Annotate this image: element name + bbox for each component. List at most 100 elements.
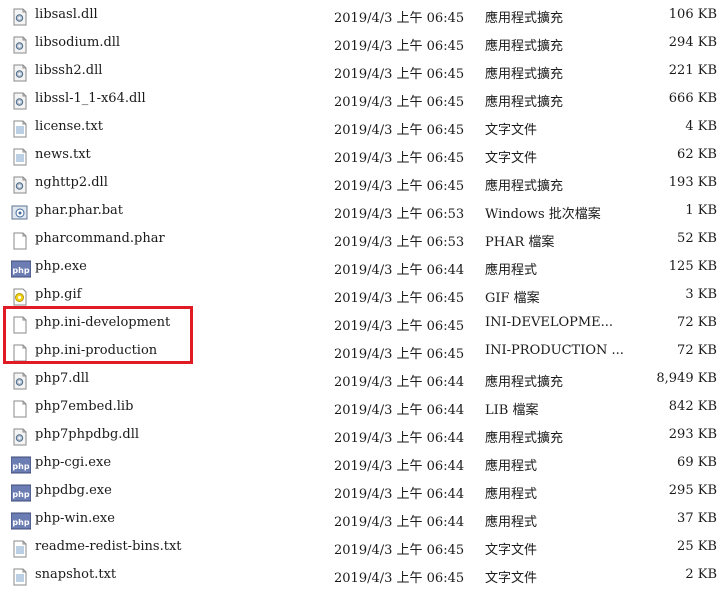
file-row[interactable]: php phpdbg.exe 2019/4/3 上午 06:44 應用程式 295 KB: [0, 478, 728, 506]
dll-icon: [11, 36, 29, 54]
file-size: 294 KB: [668, 35, 717, 50]
blank-file-icon: [11, 344, 29, 362]
file-row[interactable]: libssh2.dll 2019/4/3 上午 06:45 應用程式擴充 221 KB: [0, 58, 728, 86]
file-size: 842 KB: [668, 399, 717, 414]
file-type: 應用程式擴充: [485, 95, 564, 110]
file-type: 文字文件: [485, 123, 538, 138]
file-date-modified: 2019/4/3 上午 06:53: [334, 207, 465, 222]
file-name: php7phpdbg.dll: [35, 427, 140, 442]
file-row[interactable]: php php.exe 2019/4/3 上午 06:44 應用程式 125 KB: [0, 254, 728, 282]
file-row[interactable]: php php-win.exe 2019/4/3 上午 06:44 應用程式 37 KB: [0, 506, 728, 534]
file-date-modified: 2019/4/3 上午 06:45: [334, 151, 465, 166]
blank-file-icon: [11, 232, 29, 250]
file-date-modified: 2019/4/3 上午 06:45: [334, 319, 465, 334]
file-type: 應用程式: [485, 487, 538, 502]
file-date-modified: 2019/4/3 上午 06:45: [334, 347, 465, 362]
file-row[interactable]: news.txt 2019/4/3 上午 06:45 文字文件 62 KB: [0, 142, 728, 170]
file-row[interactable]: snapshot.txt 2019/4/3 上午 06:45 文字文件 2 KB: [0, 562, 728, 590]
file-name: php.ini-development: [35, 315, 171, 330]
file-type: 應用程式擴充: [485, 67, 564, 82]
dll-icon: [11, 8, 29, 26]
file-row[interactable]: php7.dll 2019/4/3 上午 06:44 應用程式擴充 8,949 KB: [0, 366, 728, 394]
svg-text:php: php: [12, 266, 29, 275]
file-name: libssl-1_1-x64.dll: [35, 91, 146, 106]
file-row[interactable]: nghttp2.dll 2019/4/3 上午 06:45 應用程式擴充 193 KB: [0, 170, 728, 198]
file-name: phpdbg.exe: [35, 483, 112, 498]
php-exe-icon: php: [11, 456, 31, 474]
file-name: php7.dll: [35, 371, 90, 386]
text-file-icon: [11, 540, 29, 558]
text-file-icon: [11, 568, 29, 586]
file-size: 69 KB: [677, 455, 717, 470]
file-size: 8,949 KB: [656, 371, 717, 386]
svg-text:php: php: [12, 518, 29, 527]
file-row[interactable]: php.ini-production 2019/4/3 上午 06:45 INI-P…: [0, 338, 728, 366]
file-row[interactable]: libsodium.dll 2019/4/3 上午 06:45 應用程式擴充 294 …: [0, 30, 728, 58]
file-row[interactable]: libssl-1_1-x64.dll 2019/4/3 上午 06:45 應用程式擴…: [0, 86, 728, 114]
dll-icon: [11, 428, 29, 446]
file-name: pharcommand.phar: [35, 231, 165, 246]
file-date-modified: 2019/4/3 上午 06:45: [334, 67, 465, 82]
file-name: libsasl.dll: [35, 7, 98, 22]
dll-icon: [11, 176, 29, 194]
file-row[interactable]: php7embed.lib 2019/4/3 上午 06:44 LIB 檔案 842 …: [0, 394, 728, 422]
file-size: 72 KB: [677, 343, 717, 358]
file-row[interactable]: php7phpdbg.dll 2019/4/3 上午 06:44 應用程式擴充 293…: [0, 422, 728, 450]
file-type: 應用程式擴充: [485, 11, 564, 26]
file-type: 應用程式擴充: [485, 431, 564, 446]
file-size: 52 KB: [677, 231, 717, 246]
file-row[interactable]: php.gif 2019/4/3 上午 06:45 GIF 檔案 3 KB: [0, 282, 728, 310]
file-size: 4 KB: [685, 119, 717, 134]
file-type: 應用程式擴充: [485, 39, 564, 54]
file-date-modified: 2019/4/3 上午 06:45: [334, 543, 465, 558]
file-size: 125 KB: [668, 259, 717, 274]
file-row[interactable]: php.ini-development 2019/4/3 上午 06:45 INI-…: [0, 310, 728, 338]
file-row[interactable]: phar.phar.bat 2019/4/3 上午 06:53 Windows 批次…: [0, 198, 728, 226]
file-size: 221 KB: [668, 63, 717, 78]
file-date-modified: 2019/4/3 上午 06:44: [334, 263, 465, 278]
file-row[interactable]: license.txt 2019/4/3 上午 06:45 文字文件 4 KB: [0, 114, 728, 142]
file-name: libssh2.dll: [35, 63, 103, 78]
file-type: INI-PRODUCTION ...: [485, 343, 624, 358]
file-date-modified: 2019/4/3 上午 06:45: [334, 571, 465, 586]
file-size: 193 KB: [668, 175, 717, 190]
batch-file-icon: [11, 204, 29, 222]
file-name: php.gif: [35, 287, 82, 302]
file-date-modified: 2019/4/3 上午 06:45: [334, 11, 465, 26]
file-type: 應用程式: [485, 263, 538, 278]
file-date-modified: 2019/4/3 上午 06:45: [334, 179, 465, 194]
php-exe-icon: php: [11, 484, 31, 502]
file-date-modified: 2019/4/3 上午 06:44: [334, 487, 465, 502]
file-type: GIF 檔案: [485, 291, 540, 306]
file-row[interactable]: libsasl.dll 2019/4/3 上午 06:45 應用程式擴充 106 KB: [0, 2, 728, 30]
dll-icon: [11, 372, 29, 390]
file-name: php7embed.lib: [35, 399, 134, 414]
file-date-modified: 2019/4/3 上午 06:44: [334, 459, 465, 474]
file-name: php.exe: [35, 259, 87, 274]
file-name: snapshot.txt: [35, 567, 117, 582]
file-size: 666 KB: [668, 91, 717, 106]
file-size: 295 KB: [668, 483, 717, 498]
text-file-icon: [11, 148, 29, 166]
file-type: 應用程式: [485, 515, 538, 530]
file-name: news.txt: [35, 147, 91, 162]
file-row[interactable]: readme-redist-bins.txt 2019/4/3 上午 06:45 文…: [0, 534, 728, 562]
file-row[interactable]: php php-cgi.exe 2019/4/3 上午 06:44 應用程式 69 KB: [0, 450, 728, 478]
file-type: 文字文件: [485, 151, 538, 166]
file-row[interactable]: pharcommand.phar 2019/4/3 上午 06:53 PHAR 檔案…: [0, 226, 728, 254]
file-date-modified: 2019/4/3 上午 06:45: [334, 291, 465, 306]
file-name: nghttp2.dll: [35, 175, 108, 190]
file-type: 應用程式擴充: [485, 179, 564, 194]
file-name: readme-redist-bins.txt: [35, 539, 182, 554]
file-type: 文字文件: [485, 571, 538, 586]
file-size: 3 KB: [685, 287, 717, 302]
text-file-icon: [11, 120, 29, 138]
file-date-modified: 2019/4/3 上午 06:53: [334, 235, 465, 250]
php-exe-icon: php: [11, 512, 31, 530]
file-name: phar.phar.bat: [35, 203, 124, 218]
file-type: LIB 檔案: [485, 403, 539, 418]
file-type: 應用程式: [485, 459, 538, 474]
file-type: PHAR 檔案: [485, 235, 555, 250]
file-type: 應用程式擴充: [485, 375, 564, 390]
file-date-modified: 2019/4/3 上午 06:44: [334, 515, 465, 530]
